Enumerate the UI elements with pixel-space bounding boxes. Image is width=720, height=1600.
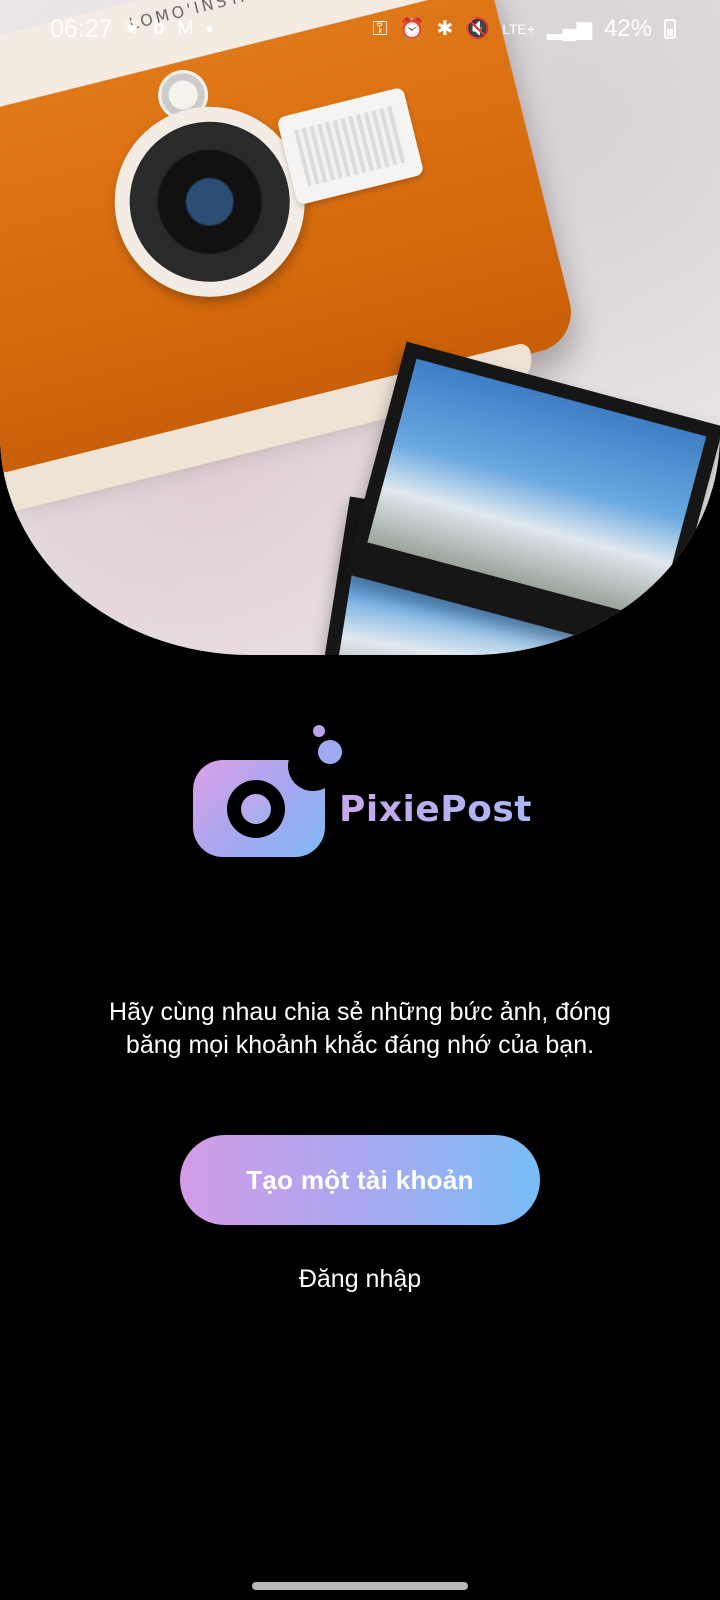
alarm-icon: ⏰ (399, 18, 425, 40)
app-logo: PixiePost (193, 725, 533, 857)
key-icon: ⚿ (372, 18, 388, 40)
bing-icon: b (152, 17, 165, 39)
dot-icon: ● (205, 20, 215, 36)
status-time: 06:27 (50, 15, 113, 43)
status-bar: 06:27 ❦ b M ● ⚿ ⏰ ✱ 🔇 LTE+ ▂▄▆ 42% (0, 0, 720, 58)
create-account-button[interactable]: Tạo một tài khoản (180, 1135, 540, 1225)
camera-lens-glass (112, 104, 307, 299)
battery-icon (664, 19, 676, 39)
battery-percent: 42% (603, 15, 652, 42)
logo-lens (227, 780, 285, 838)
mute-icon: 🔇 (465, 18, 491, 40)
logo-bubble-small (313, 725, 325, 737)
camera-flash (276, 86, 425, 206)
tagline: Hãy cùng nhau chia sẻ những bức ảnh, đón… (109, 998, 611, 1059)
logo-bubble (318, 740, 342, 764)
gmail-icon: M (176, 17, 194, 39)
app-name: PixiePost (339, 789, 532, 830)
system-icons: ⚿ ⏰ ✱ 🔇 LTE+ ▂▄▆ 42% (372, 15, 676, 43)
notification-icons: ❦ b M ● (124, 16, 214, 40)
lte-icon: LTE+ (502, 21, 536, 37)
leaf-icon: ❦ (124, 17, 141, 39)
signal-icon: ▂▄▆ (547, 18, 592, 40)
hero-image: LOMO'INSTANT (0, 0, 720, 655)
bluetooth-icon: ✱ (436, 18, 454, 40)
login-link[interactable]: Đăng nhập (260, 1265, 460, 1294)
gesture-nav-bar[interactable] (252, 1582, 468, 1590)
